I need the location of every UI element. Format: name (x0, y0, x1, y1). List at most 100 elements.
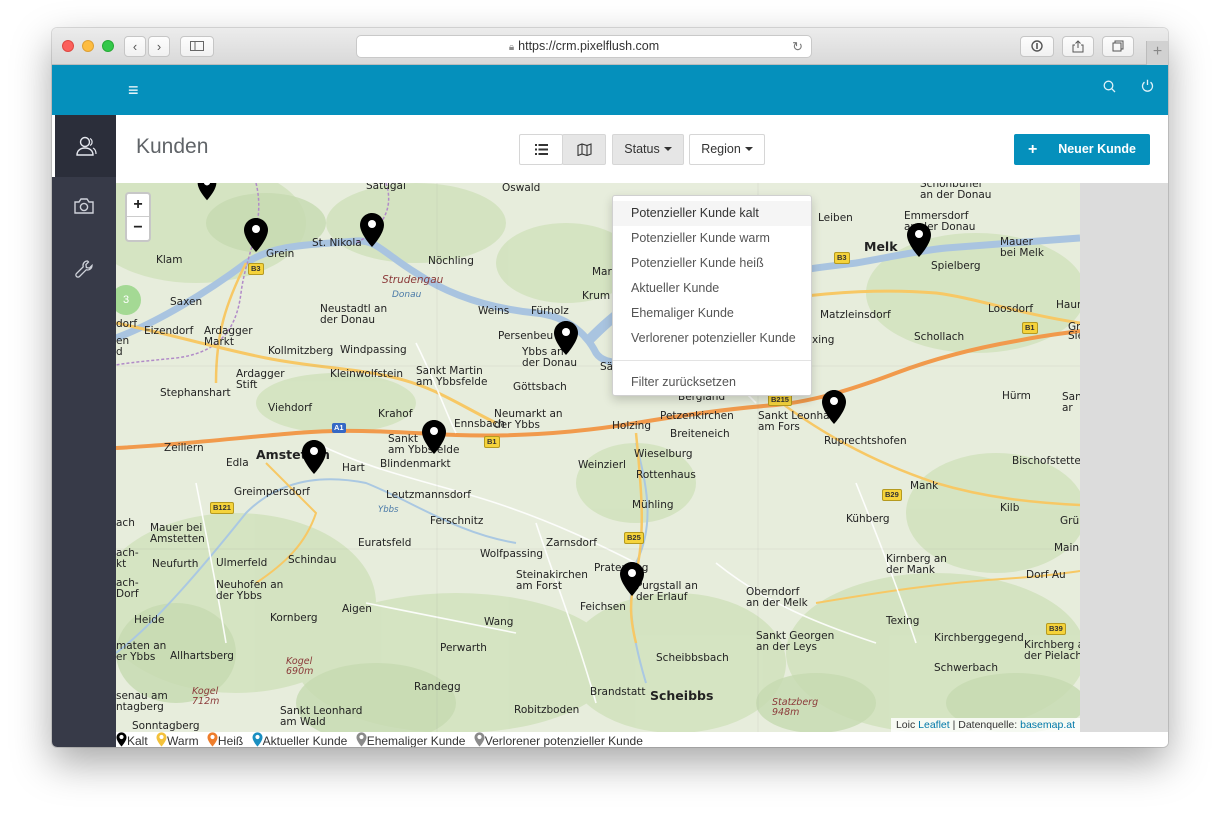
sidebar-item-customers[interactable] (52, 115, 116, 177)
status-option-warm[interactable]: Potenzieller Kunde warm (613, 226, 811, 251)
search-icon[interactable] (1103, 80, 1116, 96)
status-option-current[interactable]: Aktueller Kunde (613, 276, 811, 301)
new-customer-button[interactable]: + Neuer Kunde (1014, 134, 1150, 165)
reader-button[interactable] (1020, 36, 1054, 57)
marker-icon (252, 732, 263, 747)
map-marker-cold[interactable] (421, 419, 447, 455)
place-label: Krahof (378, 408, 413, 420)
place-label: Oswald (502, 183, 541, 194)
legend-item-current: Aktueller Kunde (252, 732, 348, 747)
legend-label: Aktueller Kunde (262, 734, 348, 747)
status-option-former[interactable]: Ehemaliger Kunde (613, 301, 811, 326)
forward-button[interactable]: › (148, 36, 170, 57)
legend-item-cold: Kalt (116, 732, 148, 747)
place-label: Ardagger Markt (204, 325, 253, 349)
place-label: Wolfpassing (480, 548, 544, 560)
place-label: Spielberg (931, 260, 981, 272)
map-marker-cold[interactable] (906, 222, 932, 258)
map-marker-cold[interactable] (194, 183, 220, 201)
place-label: Zeillern (164, 442, 204, 454)
reload-icon[interactable]: ↻ (792, 36, 803, 57)
map-view-button[interactable] (562, 134, 606, 165)
tabs-button[interactable] (1102, 36, 1134, 57)
place-label: Viehdorf (268, 402, 313, 414)
place-label: Göttsbach (513, 381, 567, 393)
chevron-right-icon: › (156, 39, 162, 54)
place-label: Ulmerfeld (216, 557, 268, 569)
place-label: Neuhofen an der Ybbs (216, 579, 284, 603)
place-label: senau am ntagberg (116, 690, 168, 714)
address-bar[interactable]: 🔒︎ https://crm.pixelflush.com ↻ (356, 35, 812, 58)
list-icon (534, 144, 548, 155)
place-label: Saxen (170, 296, 203, 308)
sidebar-item-settings[interactable] (52, 239, 116, 301)
map-marker-cold[interactable] (301, 439, 327, 475)
place-label: Haun (1056, 299, 1080, 311)
legend-label: Heiß (217, 734, 244, 747)
status-option-cold[interactable]: Potenzieller Kunde kalt (613, 201, 811, 226)
place-label: Hürm (1002, 390, 1031, 402)
list-view-button[interactable] (519, 134, 563, 165)
place-label: Ardagger Stift (236, 368, 285, 392)
share-button[interactable] (1062, 36, 1094, 57)
customer-map[interactable]: Saťugal Oswald Schönbühel an der Donau L… (116, 183, 1080, 732)
menu-divider (613, 360, 811, 361)
map-marker-cold[interactable] (821, 389, 847, 425)
power-icon[interactable] (1141, 79, 1154, 96)
road-shield: B1 (1022, 322, 1038, 334)
back-button[interactable]: ‹ (124, 36, 146, 57)
place-label: Greimpersdorf (234, 486, 310, 498)
main-content: Kunden Status Region + Neuer Kunde Saťug… (116, 115, 1168, 747)
legend-item-warm: Warm (156, 732, 199, 747)
place-label: Feichsen (580, 601, 626, 613)
place-label: Aigen (342, 603, 372, 615)
status-filter-button[interactable]: Status (612, 134, 684, 165)
minimize-window-button[interactable] (82, 40, 94, 52)
region-filter-button[interactable]: Region (689, 134, 765, 165)
sidebar-toggle-button[interactable] (180, 36, 214, 57)
page-toolbar: Kunden Status Region + Neuer Kunde (116, 115, 1168, 183)
zoom-out-button[interactable]: − (127, 217, 149, 240)
status-filter-label: Status (624, 142, 660, 156)
status-option-hot[interactable]: Potenzieller Kunde heiß (613, 251, 811, 276)
place-label: Kogel 712m (192, 686, 220, 707)
browser-toolbar: ‹ › 🔒︎ https://crm.pixelflush.com ↻ + (52, 28, 1168, 65)
place-label: Rottenhaus (636, 469, 696, 481)
zoom-window-button[interactable] (102, 40, 114, 52)
map-marker-cold[interactable] (553, 320, 579, 356)
basemap-link[interactable]: basemap.at (1020, 719, 1075, 731)
reset-filter-option[interactable]: Filter zurücksetzen (613, 370, 811, 395)
place-label: Holzing (612, 420, 651, 432)
place-label: Kirnberg an der Mank (886, 553, 947, 577)
marker-icon (356, 732, 367, 747)
place-label: Randegg (414, 681, 461, 693)
zoom-in-button[interactable]: + (127, 194, 149, 217)
map-marker-cold[interactable] (243, 217, 269, 253)
place-label: Sonntagberg (132, 720, 200, 732)
leaflet-link[interactable]: Leaflet (918, 719, 950, 731)
place-label: Sie (1068, 330, 1080, 342)
place-label: Loosdorf (988, 303, 1034, 315)
sidebar-item-camera[interactable] (52, 177, 116, 239)
legend-label: Kalt (127, 734, 148, 747)
map-marker-cold[interactable] (359, 212, 385, 248)
status-option-lost[interactable]: Verlorener potenzieller Kunde (613, 326, 811, 351)
map-marker-cold[interactable] (619, 561, 645, 597)
close-window-button[interactable] (62, 40, 74, 52)
place-label: Neustadtl an der Donau (320, 303, 388, 327)
lock-icon: 🔒︎ (508, 42, 515, 53)
legend-label: Verlorener potenzieller Kunde (484, 734, 643, 747)
place-label: Steinakirchen am Forst (516, 569, 588, 593)
place-label: Mühling (632, 499, 674, 511)
hamburger-menu-icon[interactable]: ≡ (128, 80, 139, 101)
place-label: ach- Dorf (116, 577, 139, 601)
place-label: Weinzierl (578, 459, 626, 471)
place-label: Perwarth (440, 642, 487, 654)
place-label: Sankt Martin am Ybbsfelde (416, 365, 488, 389)
place-label: Euratsfeld (358, 537, 412, 549)
place-label: Texing (886, 615, 920, 627)
new-tab-button[interactable]: + (1146, 41, 1168, 65)
place-label: ach (116, 517, 135, 529)
place-label: Sankt Leonhard am Wald (280, 705, 363, 729)
marker-icon (474, 732, 485, 747)
